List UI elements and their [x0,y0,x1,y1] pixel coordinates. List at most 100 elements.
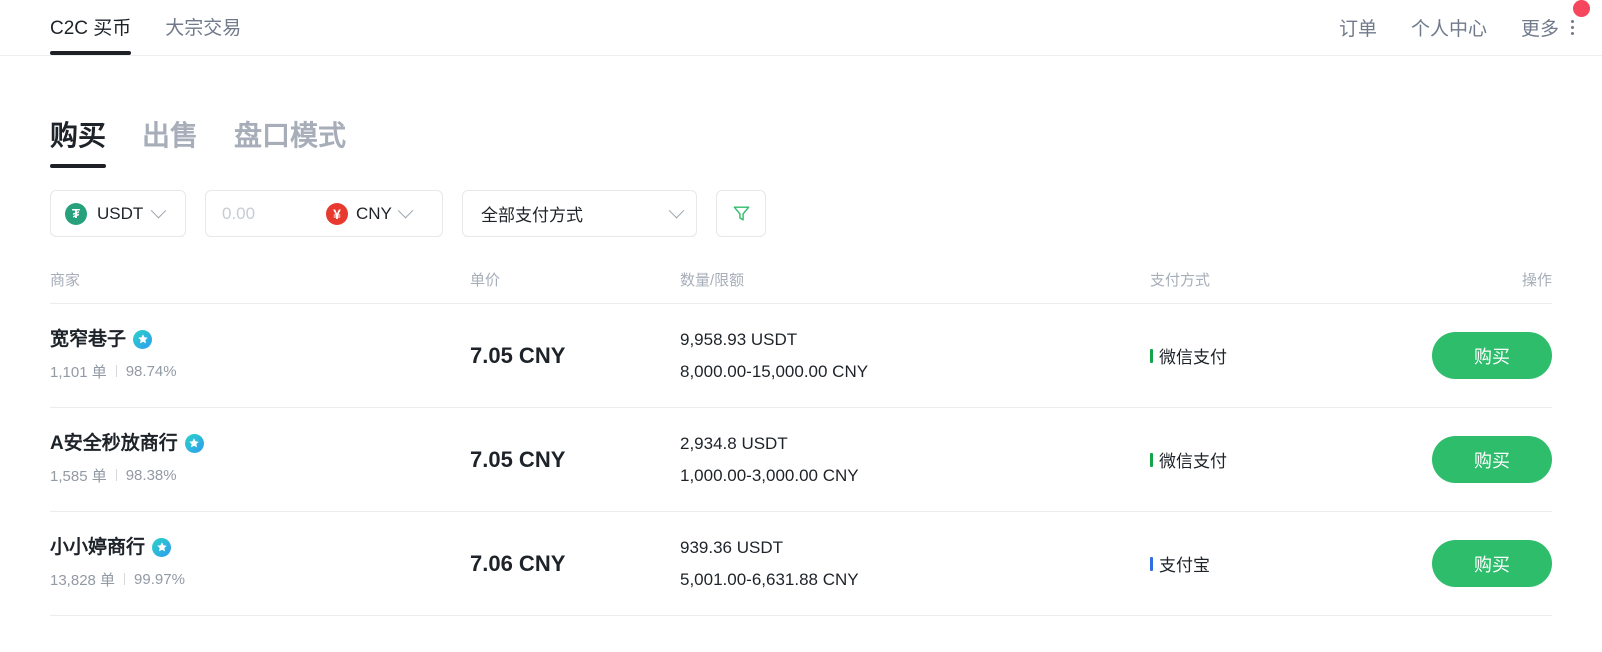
filter-bar: ₮ USDT ¥ CNY 全部支付方式 [50,190,1552,237]
merchant-order-count: 13,828 单 [50,571,116,589]
verified-star-icon [184,433,204,453]
nav-link-user-center[interactable]: 个人中心 [1411,14,1487,41]
coin-selector[interactable]: ₮ USDT [50,190,186,237]
tab-buy-label: 购买 [50,120,107,151]
column-header-action: 操作 [1521,272,1552,289]
action-cell: 购买 [1430,332,1552,379]
column-header-payment: 支付方式 [1150,272,1211,289]
kebab-dot [1571,26,1574,29]
merchant-order-count: 1,585 单 [50,467,107,485]
buy-button[interactable]: 购买 [1432,436,1552,483]
verified-star-icon [152,537,172,557]
payment-cell: 支付宝 [1150,551,1430,576]
top-nav-right-group: 订单 个人中心 更多 [1339,0,1590,55]
payment-method-color-bar [1150,452,1153,467]
nav-tab-c2c-buy[interactable]: C2C 买币 [50,0,132,55]
verified-star-icon [133,329,153,349]
payment-method-tag: 微信支付 [1150,447,1430,472]
price-cell: 7.05 CNY [470,447,680,473]
chevron-down-icon [668,202,685,219]
payment-method-name: 微信支付 [1159,348,1227,367]
action-cell: 购买 [1430,436,1552,483]
offers-table: 商家 单价 数量/限额 支付方式 操作 宽窄巷子 1,101 单 98.74% [50,269,1552,616]
merchant-stats: 13,828 单 99.97% [50,569,470,590]
merchant-stats: 1,101 单 98.74% [50,361,470,382]
column-header-price: 单价 [470,272,501,289]
payment-method-color-bar [1150,556,1153,571]
chevron-down-icon [151,202,167,219]
table-row[interactable]: 小小婷商行 13,828 单 99.97% 7.06 CNY 939.36 US… [50,512,1552,616]
payment-method-selector[interactable]: 全部支付方式 [462,190,697,237]
payment-cell: 微信支付 [1150,447,1430,472]
notification-badge-dot [1573,0,1590,17]
cny-fiat-icon: ¥ [326,202,348,225]
order-limit-range: 8,000.00-15,000.00 CNY [680,361,869,381]
funnel-icon [733,206,749,221]
merchant-order-count: 1,101 单 [50,363,107,381]
merchant-completion-rate: 98.38% [125,466,177,484]
merchant-name: A安全秒放商行 [50,432,178,454]
merchant-name-group[interactable]: 小小婷商行 [50,536,470,558]
usdt-coin-icon: ₮ [65,202,87,225]
tab-orderbook-mode[interactable]: 盘口模式 [234,114,346,168]
buy-button[interactable]: 购买 [1432,332,1552,379]
merchant-name: 宽窄巷子 [50,328,127,350]
nav-tab-block-trade-label: 大宗交易 [165,18,242,39]
cny-fiat-icon-glyph: ¥ [333,205,341,222]
order-limit-range: 5,001.00-6,631.88 CNY [680,569,859,589]
kebab-dot [1571,20,1574,23]
payment-method-tag: 微信支付 [1150,343,1430,368]
nav-link-more[interactable]: 更多 [1521,14,1559,41]
coin-selector-label: USDT [97,203,144,223]
tab-sell[interactable]: 出售 [142,114,198,168]
order-limit-range: 1,000.00-3,000.00 CNY [680,465,859,485]
fiat-selector-label: CNY [356,203,392,223]
kebab-menu-icon[interactable] [1569,16,1576,39]
amount-cell: 2,934.8 USDT 1,000.00-3,000.00 CNY [680,434,1150,486]
amount-cell: 939.36 USDT 5,001.00-6,631.88 CNY [680,538,1150,590]
unit-price: 7.05 CNY [470,342,566,368]
top-navigation-bar: C2C 买币 大宗交易 订单 个人中心 更多 [0,0,1602,56]
top-nav-left-group: C2C 买币 大宗交易 [50,0,241,55]
column-header-merchant: 商家 [50,272,81,289]
available-amount: 9,958.93 USDT [680,329,798,349]
trade-mode-tabs: 购买 出售 盘口模式 [50,56,1552,168]
offers-table-header: 商家 单价 数量/限额 支付方式 操作 [50,269,1552,304]
kebab-dot [1571,32,1574,35]
payment-method-selector-label: 全部支付方式 [481,206,583,225]
payment-method-color-bar [1150,348,1153,363]
amount-cell: 9,958.93 USDT 8,000.00-15,000.00 CNY [680,330,1150,382]
merchant-name-group[interactable]: A安全秒放商行 [50,432,470,454]
chevron-down-icon [397,202,414,219]
usdt-coin-icon-glyph: ₮ [72,206,80,221]
column-header-amount: 数量/限额 [680,272,745,289]
merchant-cell: 小小婷商行 13,828 单 99.97% [50,536,470,590]
price-cell: 7.06 CNY [470,551,680,577]
buy-button[interactable]: 购买 [1432,540,1552,587]
merchant-name-group[interactable]: 宽窄巷子 [50,328,470,350]
merchant-stats: 1,585 单 98.38% [50,465,470,486]
payment-method-tag: 支付宝 [1150,551,1430,576]
amount-filter[interactable]: ¥ CNY [205,190,443,237]
tab-buy[interactable]: 购买 [50,114,107,168]
nav-tab-c2c-buy-label: C2C 买币 [50,18,132,39]
amount-input[interactable] [222,203,318,224]
table-row[interactable]: A安全秒放商行 1,585 单 98.38% 7.05 CNY 2,934.8 … [50,408,1552,512]
merchant-cell: 宽窄巷子 1,101 单 98.74% [50,328,470,382]
merchant-completion-rate: 98.74% [125,362,177,380]
available-amount: 939.36 USDT [680,537,783,557]
stat-divider [124,573,126,585]
available-amount: 2,934.8 USDT [680,433,788,453]
payment-method-name: 微信支付 [1159,452,1227,471]
price-cell: 7.05 CNY [470,343,680,369]
nav-link-orders[interactable]: 订单 [1339,14,1377,41]
table-row[interactable]: 宽窄巷子 1,101 单 98.74% 7.05 CNY 9,958.93 US… [50,304,1552,408]
stat-divider [115,365,117,377]
unit-price: 7.06 CNY [470,550,566,576]
merchant-name: 小小婷商行 [50,536,146,558]
unit-price: 7.05 CNY [470,446,566,472]
nav-more-group[interactable]: 更多 [1521,0,1590,41]
tab-orderbook-mode-label: 盘口模式 [234,120,347,151]
advanced-filter-button[interactable] [716,190,766,237]
nav-tab-block-trade[interactable]: 大宗交易 [165,0,241,55]
